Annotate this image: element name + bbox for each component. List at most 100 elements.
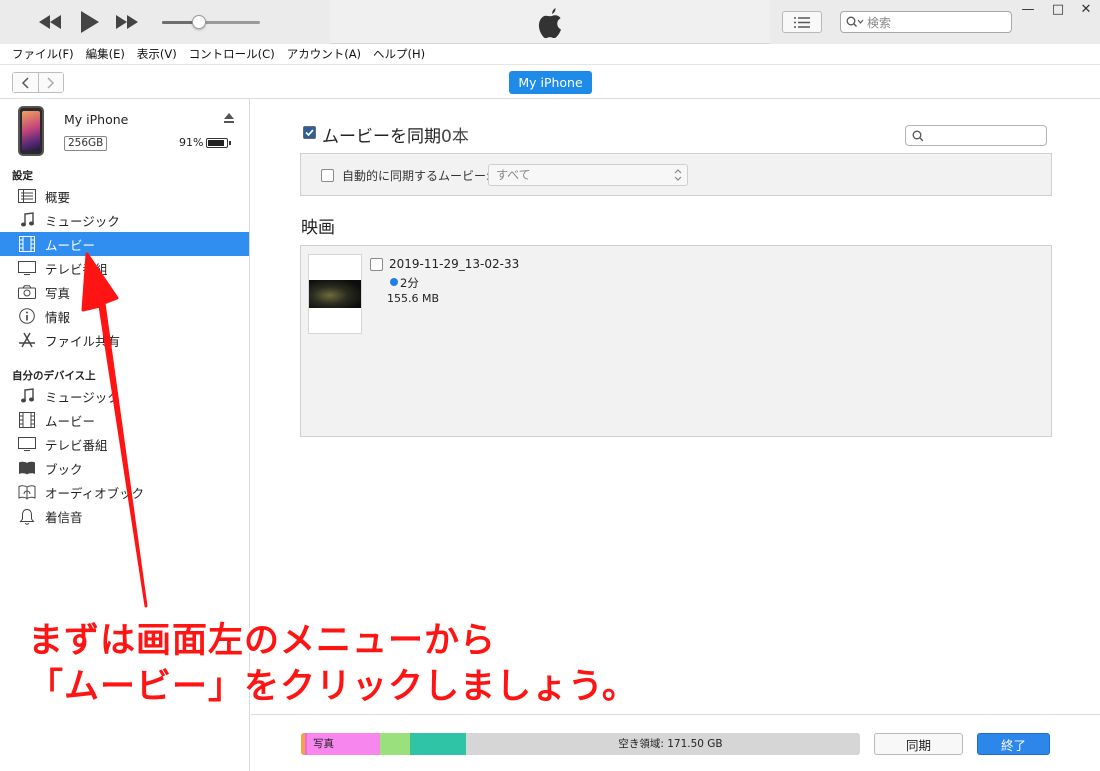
navigation-row: My iPhone [0, 65, 1100, 99]
tv-icon [17, 259, 37, 277]
fast-forward-icon [116, 15, 138, 29]
device-button[interactable]: My iPhone [509, 71, 592, 94]
sidebar-item-label: ファイル共有 [45, 333, 121, 349]
movie-duration: 2分 [400, 276, 419, 290]
minimize-button[interactable]: — [1018, 3, 1038, 17]
sidebar-item-label: 情報 [45, 309, 71, 325]
sidebar-item-device-ringtones[interactable]: 着信音 [0, 504, 249, 528]
annotation-line-1: まずは画面左のメニューから [28, 621, 497, 661]
sidebar-item-label: ムービー [45, 237, 96, 253]
info-icon [17, 307, 37, 325]
sidebar-item-device-music[interactable]: ミュージック [0, 384, 249, 408]
auto-sync-panel: 自動的に同期するムービー: すべて [300, 153, 1052, 196]
sidebar-item-device-books[interactable]: ブック [0, 456, 249, 480]
toolbar-right: 検索 — □ ✕ [770, 0, 1100, 44]
sidebar-item-label: ミュージック [45, 389, 120, 405]
menu-file[interactable]: ファイル(F) [6, 46, 80, 62]
search-icon [912, 130, 924, 141]
storage-segment [380, 733, 410, 755]
volume-knob[interactable] [192, 15, 207, 29]
rewind-button[interactable] [37, 10, 63, 34]
menu-bar: ファイル(F) 編集(E) 表示(V) コントロール(C) アカウント(A) ヘ… [0, 44, 1100, 65]
sidebar-item-label: 着信音 [45, 509, 83, 525]
volume-slider[interactable] [162, 15, 260, 29]
sidebar-item-device-audiobooks[interactable]: オーディオブック [0, 480, 249, 504]
annotation-line-2: 「ムービー」をクリックしましょう。 [28, 667, 638, 707]
sidebar-item-info[interactable]: 情報 [0, 304, 249, 328]
sidebar-item-summary[interactable]: 概要 [0, 184, 249, 208]
menu-help[interactable]: ヘルプ(H) [367, 46, 431, 62]
battery-icon [206, 138, 231, 148]
movie-name: 2019-11-29_13-02-33 [389, 257, 520, 271]
fast-forward-button[interactable] [114, 10, 140, 34]
menu-account[interactable]: アカウント(A) [281, 46, 367, 62]
eject-icon[interactable] [223, 112, 235, 124]
menu-edit[interactable]: 編集(E) [80, 46, 131, 62]
sidebar-item-file-sharing[interactable]: ファイル共有 [0, 328, 249, 352]
chevron-up-down-icon [674, 169, 682, 181]
back-button[interactable] [13, 73, 38, 92]
sidebar-item-label: ブック [45, 461, 83, 477]
up-next-button[interactable] [782, 11, 822, 33]
sync-button[interactable]: 同期 [874, 733, 963, 755]
movie-search-input[interactable] [905, 125, 1047, 146]
search-field[interactable]: 検索 [840, 11, 1012, 33]
unwatched-dot-icon [390, 278, 398, 286]
player-controls [0, 0, 330, 44]
done-button[interactable]: 終了 [977, 733, 1050, 755]
music-note-icon [17, 387, 37, 405]
sidebar-item-label: 写真 [45, 285, 71, 301]
menu-view[interactable]: 表示(V) [131, 46, 183, 62]
checkmark-icon [304, 127, 315, 138]
close-button[interactable]: ✕ [1076, 3, 1096, 17]
settings-section-title: 設定 [12, 170, 33, 182]
movies-list: 2019-11-29_13-02-33 2分 155.6 MB [300, 245, 1052, 437]
sidebar-item-movies[interactable]: ムービー [0, 232, 249, 256]
play-button[interactable] [77, 10, 103, 34]
play-icon [81, 11, 99, 33]
title-bar: 検索 — □ ✕ [0, 0, 1100, 44]
auto-sync-checkbox[interactable] [321, 169, 334, 182]
chevron-right-icon [47, 76, 54, 89]
auto-sync-select[interactable]: すべて [488, 164, 688, 186]
summary-icon [17, 187, 37, 205]
iphone-icon [18, 106, 44, 156]
maximize-button[interactable]: □ [1048, 3, 1068, 17]
tv-icon [17, 435, 37, 453]
storage-bar: 写真 空き領域: 171.50 GB [301, 733, 860, 755]
menu-controls[interactable]: コントロール(C) [183, 46, 281, 62]
sidebar-item-device-tv[interactable]: テレビ番組 [0, 432, 249, 456]
bell-icon [17, 507, 37, 525]
film-icon [17, 411, 37, 429]
movie-checkbox[interactable] [370, 258, 383, 271]
list-icon [794, 16, 810, 28]
forward-button[interactable] [37, 73, 63, 92]
movie-thumbnail [308, 254, 362, 334]
storage-segment [410, 733, 466, 755]
search-icon [846, 16, 864, 27]
music-note-icon [17, 211, 37, 229]
sync-count: 0本 [441, 127, 469, 147]
sidebar-item-label: オーディオブック [45, 485, 145, 501]
sidebar-item-label: テレビ番組 [45, 437, 108, 453]
history-arrows [12, 72, 64, 93]
auto-sync-label: 自動的に同期するムービー: [342, 169, 491, 183]
app-store-icon [17, 331, 37, 349]
sync-movies-checkbox[interactable] [303, 126, 316, 139]
auto-sync-value: すべて [496, 168, 531, 182]
apple-logo-icon [538, 8, 561, 39]
camera-icon [17, 283, 37, 301]
battery-percent: 91% [179, 136, 204, 149]
sidebar-item-photos[interactable]: 写真 [0, 280, 249, 304]
chevron-left-icon [22, 76, 29, 89]
on-device-section-title: 自分のデバイス上 [12, 370, 96, 382]
sidebar-item-device-movies[interactable]: ムービー [0, 408, 249, 432]
film-icon [17, 235, 37, 253]
sidebar-item-tv[interactable]: テレビ番組 [0, 256, 249, 280]
sidebar-item-label: 概要 [45, 189, 71, 205]
capacity-badge: 256GB [64, 136, 108, 151]
sidebar-item-music[interactable]: ミュージック [0, 208, 249, 232]
storage-segment: 写真 [307, 733, 380, 755]
book-icon [17, 459, 37, 477]
sidebar-item-label: ミュージック [45, 213, 120, 229]
